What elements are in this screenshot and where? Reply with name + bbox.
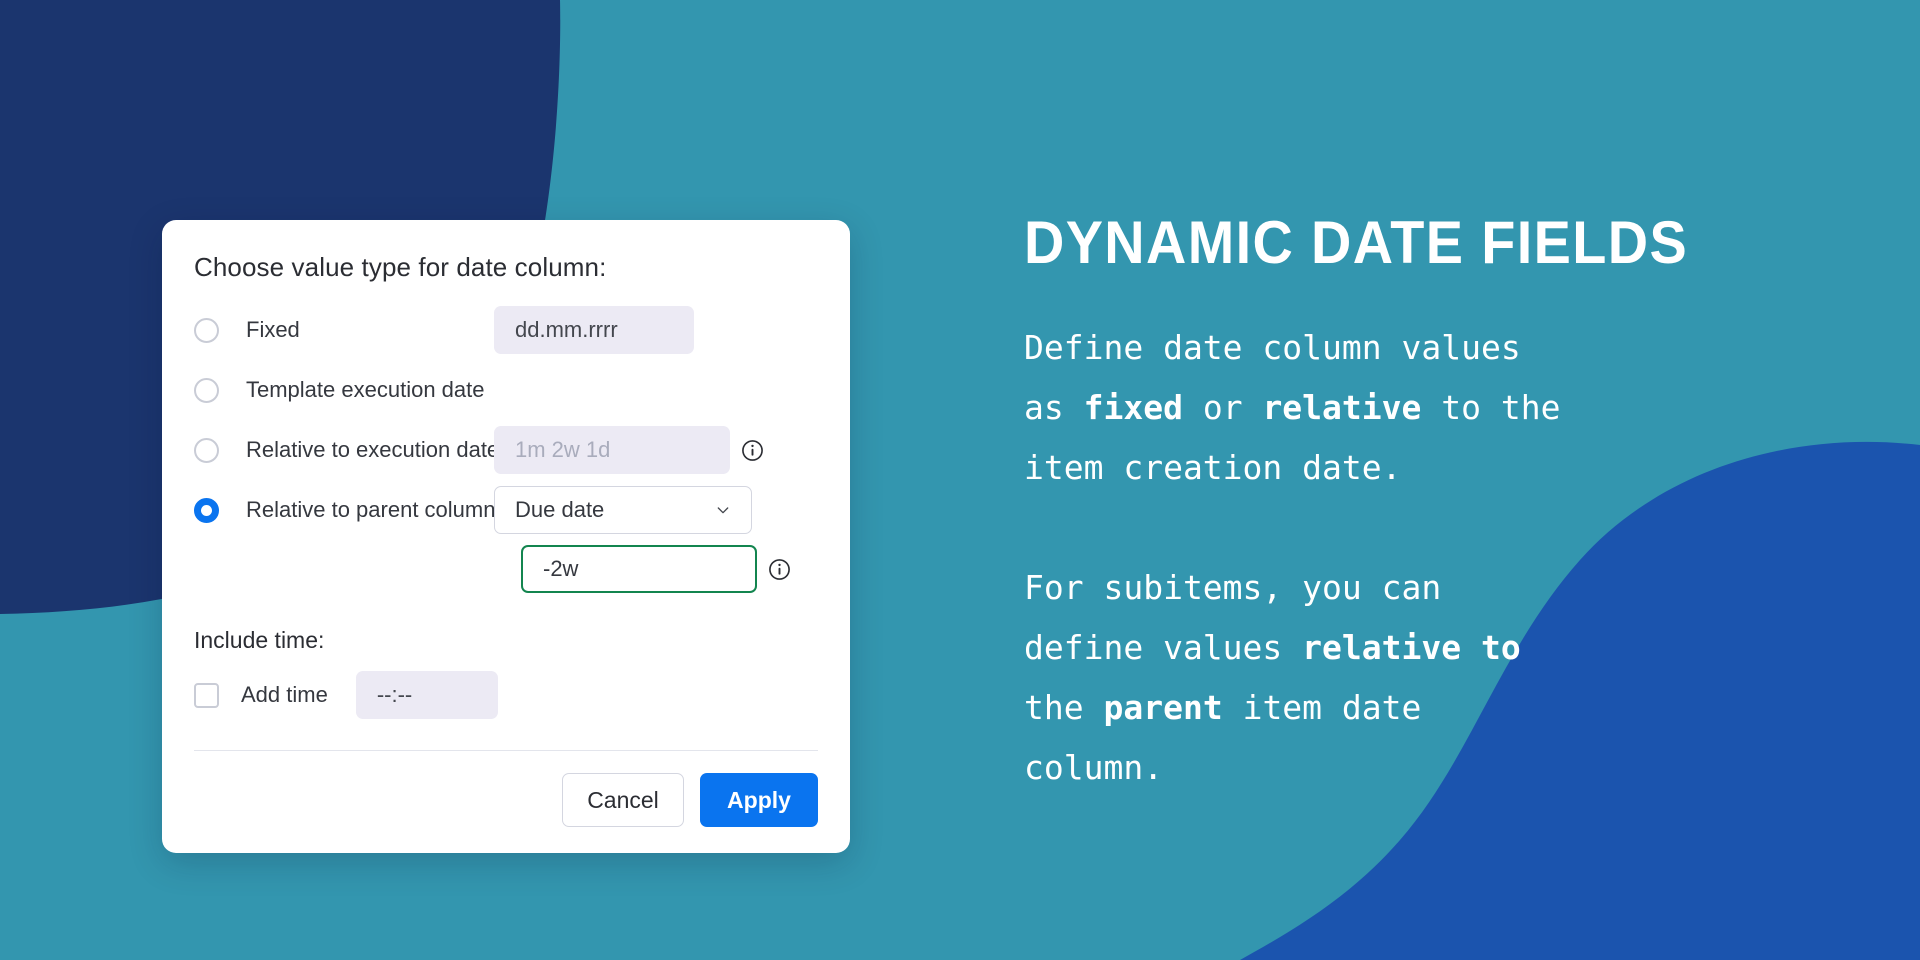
p1l2-relative: relative [1262,388,1422,427]
add-time-row[interactable]: Add time --:-- [194,670,818,720]
p1l2-a: as [1024,388,1084,427]
paragraph-1-line-2: as fixed or relative to the [1024,378,1864,438]
p1l2-c: or [1182,388,1263,427]
dialog-divider [194,750,818,751]
radio-relative-execution[interactable] [194,437,219,463]
relative-execution-input[interactable]: 1m 2w 1d [494,426,730,474]
time-input[interactable]: --:-- [355,671,498,719]
p1l2-e: to the [1421,388,1561,427]
radio-fixed[interactable] [194,317,219,343]
paragraph-1-line-1: Define date column values [1024,328,1521,367]
parent-column-select[interactable]: Due date [494,486,752,534]
info-circle-icon[interactable] [768,558,791,581]
option-row-relative-parent[interactable]: Relative to parent column Due date [194,485,818,535]
paragraph-2-line-4: column. [1024,748,1164,787]
marketing-panel: DYNAMIC DATE FIELDS Define date column v… [1024,210,1864,798]
option-row-fixed[interactable]: Fixed dd.mm.rrrr [194,305,818,355]
dialog-title: Choose value type for date column: [194,252,607,282]
option-row-template-execution[interactable]: Template execution date [194,365,818,415]
paragraph-2-line-2: define values relative to [1024,618,1864,678]
date-value-dialog: Choose value type for date column: Fixed… [162,220,850,853]
p2l3-parent: parent [1103,688,1223,727]
add-time-checkbox[interactable] [194,682,219,708]
dialog-actions: Cancel Apply [194,773,818,827]
include-time-label: Include time: [194,627,325,653]
panel-heading: DYNAMIC DATE FIELDS [1024,209,1689,276]
apply-button[interactable]: Apply [700,773,818,827]
p2l3-a: the [1024,688,1104,727]
p2l2-a: define values [1024,628,1303,667]
paragraph-1-line-3: item creation date. [1024,448,1402,487]
relative-offset-row: -2w [521,545,818,593]
p2l2-relative-to: relative to [1302,628,1521,667]
option-row-relative-execution[interactable]: Relative to execution date 1m 2w 1d [194,425,818,475]
option-label-template-execution: Template execution date [246,377,485,402]
paragraph-2-line-3: the parent item date [1024,678,1864,738]
radio-template-execution[interactable] [194,377,219,403]
option-label-relative-parent: Relative to parent column [246,497,496,522]
chevron-down-icon [717,507,729,514]
info-circle-icon[interactable] [741,439,764,462]
add-time-label: Add time [241,682,328,707]
p1l2-fixed: fixed [1083,388,1183,427]
p2l3-c: item date [1222,688,1422,727]
paragraph-2-line-1: For subitems, you can [1024,568,1442,607]
fixed-date-input[interactable]: dd.mm.rrrr [494,306,694,354]
parent-column-value: Due date [515,497,605,522]
option-label-fixed: Fixed [246,317,300,342]
relative-offset-input[interactable]: -2w [521,545,757,593]
option-label-relative-execution: Relative to execution date [246,437,500,462]
cancel-button[interactable]: Cancel [562,773,684,827]
panel-body: Define date column values as fixed or re… [1024,318,1864,798]
radio-relative-parent[interactable] [194,497,219,523]
